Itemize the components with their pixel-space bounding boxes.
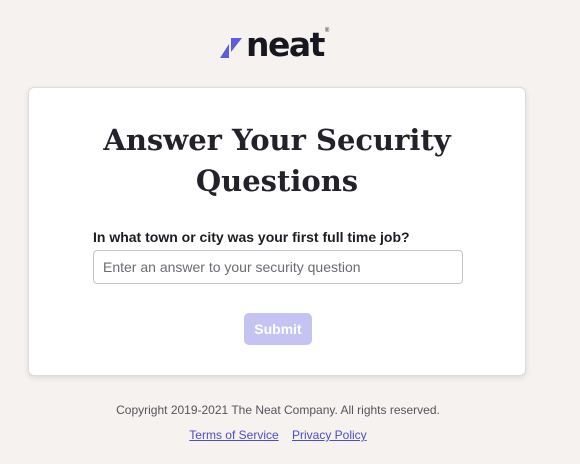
neat-logo-wordmark: neat — [246, 25, 325, 64]
page-title: Answer Your Security Questions — [103, 123, 451, 198]
copyright-text: Copyright 2019-2021 The Neat Company. Al… — [116, 403, 440, 417]
security-answer-input[interactable] — [93, 250, 463, 284]
security-question-card: Answer Your Security Questions In what t… — [28, 87, 526, 376]
submit-button[interactable]: Submit — [244, 313, 312, 345]
privacy-policy-link[interactable]: Privacy Policy — [292, 428, 367, 442]
registered-mark: ® — [324, 28, 330, 34]
footer-links: Terms of Service Privacy Policy — [0, 428, 556, 442]
security-question-label: In what town or city was your first full… — [93, 229, 410, 245]
neat-logo: neat ® — [218, 25, 330, 64]
neat-logo-mark-icon — [220, 38, 242, 58]
terms-of-service-link[interactable]: Terms of Service — [189, 428, 278, 442]
